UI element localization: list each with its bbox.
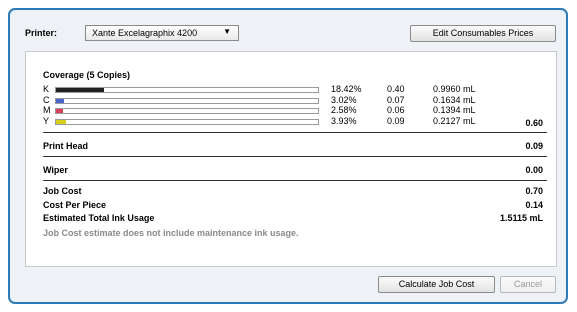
chevron-down-icon: ▼ — [223, 27, 231, 36]
wiper-label: Wiper — [43, 165, 68, 175]
cost-per-piece-value: 0.14 — [525, 200, 543, 210]
coverage-title: Coverage (5 Copies) — [43, 70, 131, 80]
wiper-value: 0.00 — [525, 165, 543, 175]
job-cost-label: Job Cost — [43, 186, 82, 196]
job-cost-value: 0.70 — [525, 186, 543, 196]
coverage-channel-label: M — [43, 105, 51, 115]
calculate-job-cost-button[interactable]: Calculate Job Cost — [378, 276, 495, 293]
edit-consumables-prices-button[interactable]: Edit Consumables Prices — [410, 25, 556, 42]
coverage-bar — [55, 87, 319, 93]
cancel-button[interactable]: Cancel — [500, 276, 556, 293]
coverage-percent: 3.02% — [331, 95, 357, 105]
coverage-channel-label: Y — [43, 116, 50, 126]
coverage-amount: 0.09 — [387, 116, 405, 126]
coverage-amount: 0.06 — [387, 105, 405, 115]
coverage-volume: 0.1394 mL — [433, 105, 476, 115]
coverage-percent: 2.58% — [331, 105, 357, 115]
coverage-bar-fill — [56, 109, 63, 113]
coverage-bar — [55, 119, 319, 125]
coverage-amount: 0.07 — [387, 95, 405, 105]
coverage-volume: 0.9960 mL — [433, 84, 476, 94]
coverage-bar — [55, 108, 319, 114]
coverage-total: 0.60 — [525, 118, 543, 128]
maintenance-note: Job Cost estimate does not include maint… — [43, 228, 299, 238]
printer-select-value: Xante Excelagraphix 4200 — [92, 28, 198, 38]
coverage-percent: 3.93% — [331, 116, 357, 126]
ink-usage-value: 1.5115 mL — [499, 213, 543, 223]
coverage-channel-label: K — [43, 84, 50, 94]
coverage-channel-label: C — [43, 95, 50, 105]
print-head-value: 0.09 — [525, 141, 543, 151]
coverage-bar-fill — [56, 88, 105, 92]
printer-label: Printer: — [25, 28, 58, 38]
coverage-bar-fill — [56, 120, 67, 124]
coverage-volume: 0.1634 mL — [433, 95, 476, 105]
divider — [43, 156, 547, 157]
printer-select[interactable]: Xante Excelagraphix 4200 ▼ — [85, 25, 239, 41]
coverage-volume: 0.2127 mL — [433, 116, 476, 126]
coverage-bar — [55, 98, 319, 104]
cost-per-piece-label: Cost Per Piece — [43, 200, 107, 210]
divider — [43, 180, 547, 181]
coverage-percent: 18.42% — [331, 84, 362, 94]
coverage-bar-fill — [56, 99, 64, 103]
ink-usage-label: Estimated Total Ink Usage — [43, 213, 155, 223]
print-head-label: Print Head — [43, 141, 89, 151]
coverage-amount: 0.40 — [387, 84, 405, 94]
divider — [43, 132, 547, 133]
